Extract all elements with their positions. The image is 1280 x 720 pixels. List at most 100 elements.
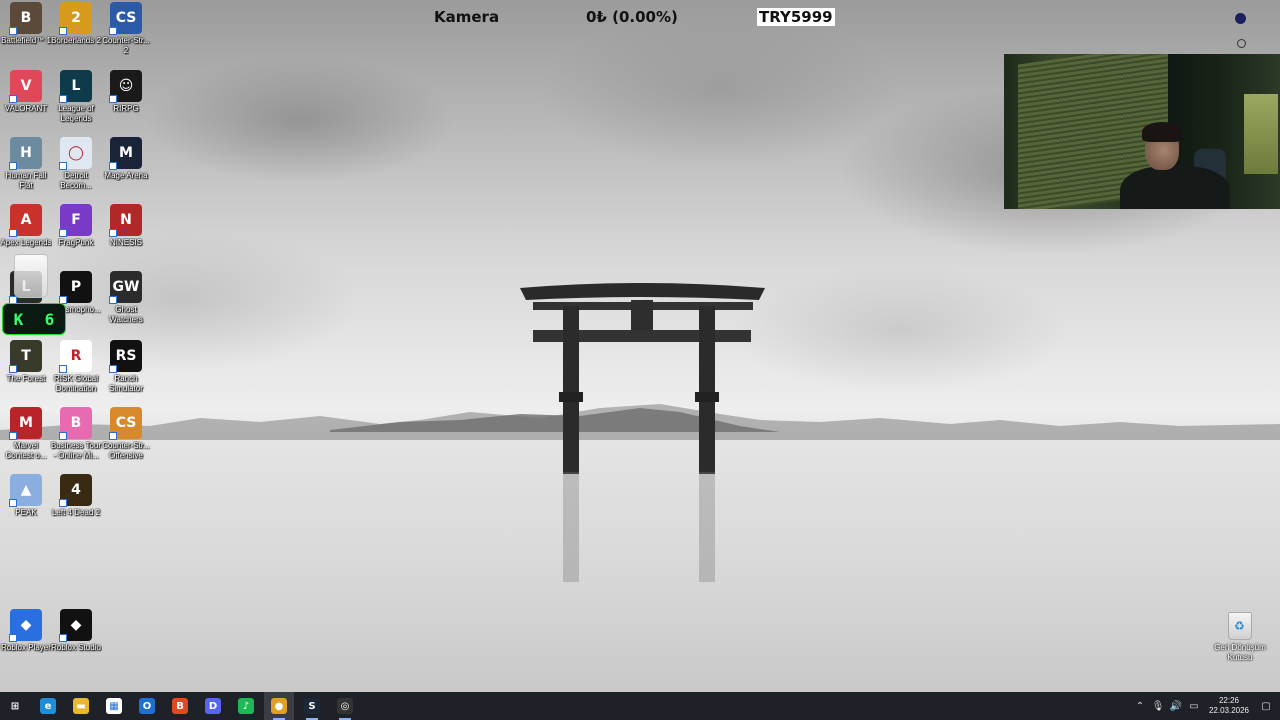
camera-label: Kamera xyxy=(434,8,500,26)
desktop-icon-label: Apex Legends xyxy=(0,238,52,247)
desktop-icon-label: The Forest xyxy=(6,374,46,383)
desktop-icon-label: RIRPG xyxy=(113,104,139,113)
desktop-icon-label: Business Tour - Online Mi... xyxy=(50,441,102,460)
recycle-bin-label: Geri Dönüşüm Kutusu xyxy=(1214,643,1266,662)
counter-str-offensive-icon: CS xyxy=(109,407,142,440)
desktop-icon-marvel-contest-o[interactable]: M Marvel Contest o... xyxy=(0,407,52,460)
desktop-icon-human-fall-flat[interactable]: H Human Fall Flat xyxy=(0,137,52,190)
desktop-icon-counter-str-offensive[interactable]: CS Counter-Str... Offensive xyxy=(100,407,152,460)
torii-reflection xyxy=(563,472,715,582)
desktop-icon-league-of-legends[interactable]: L League of Legends xyxy=(50,70,102,123)
microphone-icon[interactable]: 🎙 xyxy=(1150,701,1166,712)
desktop-icon-label: PEAK xyxy=(15,508,37,517)
ranch-simulator-icon: RS xyxy=(109,340,142,373)
taskbar: ⊞ e ▬ ▦ O B D ♪ ● S ◎ ⌃ 🎙 🔊 ▭ 22:26 22.03.2026 ▢ xyxy=(0,692,1280,720)
brave-icon: B xyxy=(172,698,188,714)
taskbar-spotify[interactable]: ♪ xyxy=(231,692,261,720)
balance-text: 0₺ (0.00%) xyxy=(586,8,678,26)
the-forest-icon: T xyxy=(9,340,42,373)
desktop-icon-peak[interactable]: ▲ PEAK xyxy=(0,474,52,518)
notification-icon[interactable]: ▢ xyxy=(1258,701,1274,712)
taskbar-apps: ⊞ e ▬ ▦ O B D ♪ ● S ◎ xyxy=(0,692,360,720)
key-label: K xyxy=(13,309,24,329)
left-4-dead-2-icon: 4 xyxy=(59,474,92,507)
peak-icon: ▲ xyxy=(9,474,42,507)
desktop-icon-business-tour-online-mi[interactable]: B Business Tour - Online Mi... xyxy=(50,407,102,460)
desktop-icon-label: Human Fall Flat xyxy=(5,171,47,190)
taskbar-brave[interactable]: B xyxy=(165,692,195,720)
key-count: 6 xyxy=(44,309,55,329)
desktop-icon-label: Roblox Player xyxy=(1,643,51,652)
chrome-icon: ● xyxy=(271,698,287,714)
start-button-icon: ⊞ xyxy=(7,698,23,714)
business-tour-online-mi-icon: B xyxy=(59,407,92,440)
desktop-icon-label: RISK Global Domination xyxy=(53,374,99,393)
mage-arena-icon: M xyxy=(109,137,142,170)
taskbar-outlook[interactable]: O xyxy=(132,692,162,720)
taskbar-store[interactable]: ▦ xyxy=(99,692,129,720)
taskbar-obs[interactable]: ◎ xyxy=(330,692,360,720)
desktop-icon-valorant[interactable]: V VALORANT xyxy=(0,70,52,114)
marvel-contest-o-icon: M xyxy=(9,407,42,440)
desktop-icon-rirpg[interactable]: ☺ RIRPG xyxy=(100,70,152,114)
clock-time: 22:26 xyxy=(1218,696,1239,705)
torii-gate xyxy=(520,283,765,474)
desktop-icon-label: FragPunk xyxy=(58,238,94,247)
webcam-overlay xyxy=(1004,54,1280,209)
desktop-icon-roblox-studio[interactable]: ◆ Roblox Studio xyxy=(50,609,102,653)
desktop-icon-left-4-dead-2[interactable]: 4 Left 4 Dead 2 xyxy=(50,474,102,518)
ghost-watchers-icon: GW xyxy=(109,271,142,304)
desktop-icon-ninesis[interactable]: N NINESIS xyxy=(100,204,152,248)
taskbar-steam[interactable]: S xyxy=(297,692,327,720)
desktop-icon-borderlands-2[interactable]: 2 Borderlands 2 xyxy=(50,2,102,46)
ninesis-icon: N xyxy=(109,204,142,237)
apex-legends-icon: A xyxy=(9,204,42,237)
webcam-person-body xyxy=(1120,166,1230,209)
desktop-icon-label: Detroit Becom... xyxy=(60,171,92,190)
desktop-icon-battlefield-1[interactable]: B Battlefield™ 1 xyxy=(0,2,52,46)
desktop-icon-label: Left 4 Dead 2 xyxy=(51,508,101,517)
chevron-up-icon[interactable]: ⌃ xyxy=(1132,701,1148,712)
speaker-icon[interactable]: 🔊 xyxy=(1168,701,1184,712)
taskbar-discord[interactable]: D xyxy=(198,692,228,720)
webcam-window xyxy=(1244,94,1278,174)
desktop-icon-fragpunk[interactable]: F FragPunk xyxy=(50,204,102,248)
league-of-legends-icon: L xyxy=(59,70,92,103)
desktop-icon-label: Battlefield™ 1 xyxy=(1,36,51,45)
desktop-icon-label: Roblox Studio xyxy=(51,643,101,652)
desktop-icon-the-forest[interactable]: T The Forest xyxy=(0,340,52,384)
clock[interactable]: 22:26 22.03.2026 xyxy=(1209,696,1249,716)
desktop-icon-label: Counter-Str... Offensive xyxy=(102,441,150,460)
desktop-icon-ghost-watchers[interactable]: GW Ghost Watchers xyxy=(100,271,152,324)
desktop-icon-detroit-becom[interactable]: ◯ Detroit Becom... xyxy=(50,137,102,190)
desktop-icon-label: Counter-Str... 2 xyxy=(102,36,150,55)
phasmopho-icon: P xyxy=(59,271,92,304)
desktop-icon-apex-legends[interactable]: A Apex Legends xyxy=(0,204,52,248)
borderlands-2-icon: 2 xyxy=(59,2,92,35)
spotify-icon: ♪ xyxy=(238,698,254,714)
obs-icon: ◎ xyxy=(337,698,353,714)
desktop-icon-roblox-player[interactable]: ◆ Roblox Player xyxy=(0,609,52,653)
promo-code: TRY5999 xyxy=(757,8,835,26)
rirpg-icon: ☺ xyxy=(109,70,142,103)
store-icon: ▦ xyxy=(106,698,122,714)
desktop-icon-mage-arena[interactable]: M Mage Arena xyxy=(100,137,152,181)
desktop-icon-risk-global-domination[interactable]: R RISK Global Domination xyxy=(50,340,102,393)
desktop-icon-label: Ghost Watchers xyxy=(109,305,143,324)
recycle-bin[interactable]: ♻ Geri Dönüşüm Kutusu xyxy=(1212,612,1268,662)
taskbar-start-button[interactable]: ⊞ xyxy=(0,692,30,720)
fragpunk-icon: F xyxy=(59,204,92,237)
desktop-icon-ranch-simulator[interactable]: RS Ranch Simulator xyxy=(100,340,152,393)
recycle-bin-icon: ♻ xyxy=(1228,612,1252,640)
status-dot xyxy=(1235,13,1246,24)
desktop-icon-counter-str-2[interactable]: CS Counter-Str... 2 xyxy=(100,2,152,55)
edge-icon: e xyxy=(40,698,56,714)
network-icon[interactable]: ▭ xyxy=(1186,701,1202,712)
valorant-icon: V xyxy=(9,70,42,103)
taskbar-edge[interactable]: e xyxy=(33,692,63,720)
taskbar-file-explorer[interactable]: ▬ xyxy=(66,692,96,720)
battlefield-1-icon: B xyxy=(9,2,42,35)
counter-str-2-icon: CS xyxy=(109,2,142,35)
desktop-icon-label: League of Legends xyxy=(58,104,94,123)
taskbar-chrome[interactable]: ● xyxy=(264,692,294,720)
